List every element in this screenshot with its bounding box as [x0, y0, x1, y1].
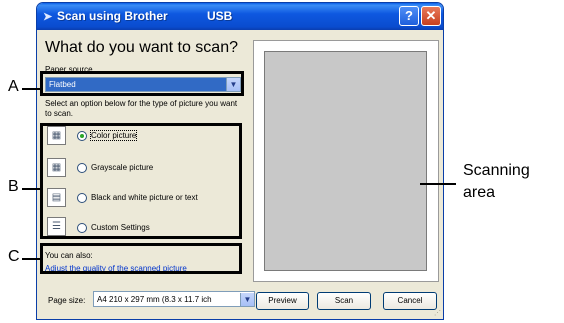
resize-grip-icon[interactable]: ⋰: [434, 309, 441, 317]
page-title: What do you want to scan?: [45, 39, 238, 56]
annotation-line-c: [22, 258, 40, 260]
window-title-suffix: USB: [207, 9, 233, 23]
close-button[interactable]: ✕: [421, 6, 441, 26]
annotation-box-c: [40, 243, 242, 274]
scan-preview-frame: [253, 40, 439, 282]
scanner-app-icon: ➤: [43, 11, 53, 23]
window-title: Scan using Brother: [57, 9, 168, 23]
page-size-select[interactable]: A4 210 x 297 mm (8.3 x 11.7 ich ▼: [93, 291, 255, 307]
scan-button[interactable]: Scan: [317, 292, 371, 310]
annotation-label-a: A: [8, 78, 19, 95]
chevron-down-icon[interactable]: ▼: [240, 293, 254, 306]
annotation-box-b: [40, 123, 242, 239]
annotation-line-scanning-area: [420, 183, 456, 185]
preview-button[interactable]: Preview: [256, 292, 309, 310]
annotation-line-b: [22, 188, 40, 190]
annotation-line-a: [22, 88, 40, 90]
annotation-label-c: C: [8, 248, 20, 265]
title-bar[interactable]: ➤ Scan using Brother USB ? ✕: [37, 3, 443, 30]
scan-preview-area[interactable]: [264, 51, 427, 271]
help-button[interactable]: ?: [399, 6, 419, 26]
annotation-label-b: B: [8, 178, 19, 195]
annotation-scanning-area: Scanning area: [463, 162, 530, 201]
annotation-box-a: [40, 71, 244, 96]
scan-type-hint: Select an option below for the type of p…: [45, 99, 238, 118]
page-size-value: A4 210 x 297 mm (8.3 x 11.7 ich: [97, 295, 212, 304]
page-size-label: Page size:: [48, 296, 86, 305]
cancel-button[interactable]: Cancel: [383, 292, 437, 310]
